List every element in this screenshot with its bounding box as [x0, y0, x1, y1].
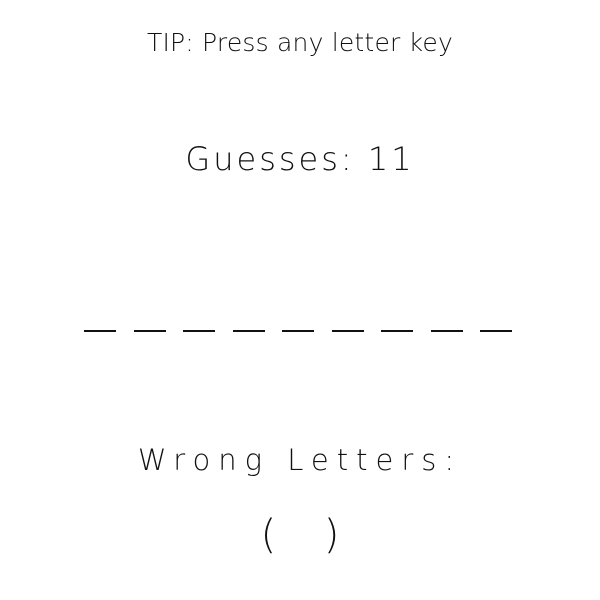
- letter-blank: [84, 330, 116, 332]
- guesses-label: Guesses:: [185, 140, 355, 178]
- letter-blank: [331, 330, 364, 332]
- wrong-letters-display: ( ): [0, 512, 600, 558]
- letter-blank: [183, 330, 215, 332]
- letter-blank: [381, 330, 413, 332]
- letter-blank: [430, 330, 463, 332]
- guesses-count: 11: [367, 140, 415, 178]
- letter-blank: [133, 330, 166, 332]
- tip-text: TIP: Press any letter key: [146, 28, 454, 57]
- word-blanks: [84, 330, 516, 342]
- letter-blank: [480, 330, 512, 332]
- guesses-counter: Guesses: 11: [0, 140, 600, 178]
- wrong-letters-title: Wrong Letters:: [137, 443, 463, 477]
- wrong-letters-close-paren: ): [323, 512, 340, 558]
- wrong-letters-open-paren: (: [260, 512, 277, 558]
- letter-blank: [232, 330, 265, 332]
- letter-blank: [282, 330, 314, 332]
